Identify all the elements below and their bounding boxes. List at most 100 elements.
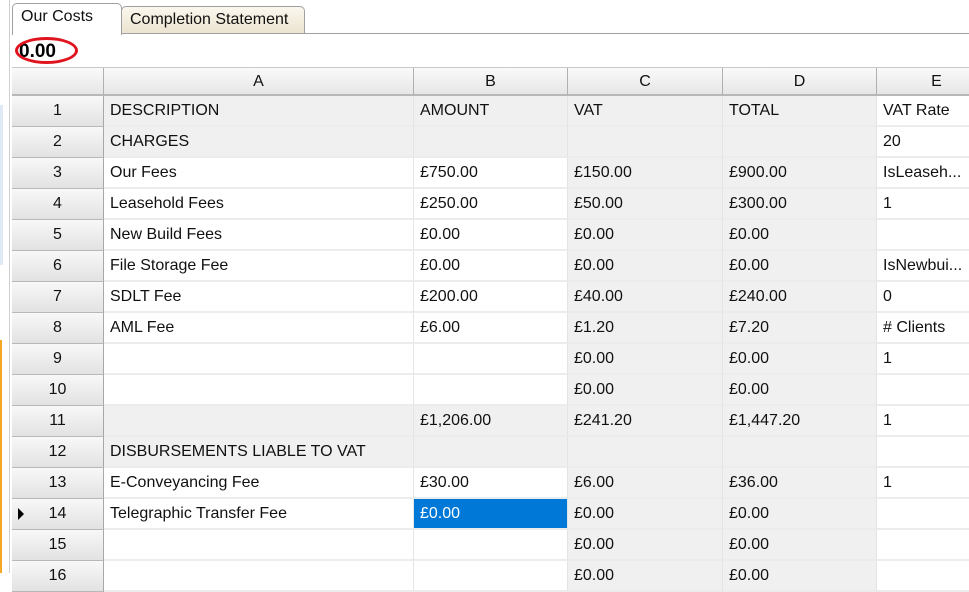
row-header[interactable]: 16: [12, 561, 104, 592]
row-header[interactable]: 10: [12, 375, 104, 406]
cell-c7[interactable]: £40.00: [568, 282, 723, 313]
cell-b16[interactable]: [414, 561, 568, 592]
cell-d12[interactable]: [723, 437, 877, 468]
cell-c2[interactable]: [568, 127, 723, 158]
row-header[interactable]: 2: [12, 127, 104, 158]
cell-e9[interactable]: 1: [877, 344, 969, 375]
cell-a8[interactable]: AML Fee: [104, 313, 414, 344]
cell-a1[interactable]: DESCRIPTION: [104, 96, 414, 127]
cell-a16[interactable]: [104, 561, 414, 592]
tab-completion-statement[interactable]: Completion Statement: [121, 6, 305, 33]
cell-e11[interactable]: 1: [877, 406, 969, 437]
cell-e6[interactable]: IsNewbui...: [877, 251, 969, 282]
cell-d7[interactable]: £240.00: [723, 282, 877, 313]
cell-c8[interactable]: £1.20: [568, 313, 723, 344]
cell-a2[interactable]: CHARGES: [104, 127, 414, 158]
cell-a10[interactable]: [104, 375, 414, 406]
cell-c3[interactable]: £150.00: [568, 158, 723, 189]
cell-d14[interactable]: £0.00: [723, 499, 877, 530]
cell-b11[interactable]: £1,206.00: [414, 406, 568, 437]
cell-a5[interactable]: New Build Fees: [104, 220, 414, 251]
cell-e16[interactable]: [877, 561, 969, 592]
column-header-a[interactable]: A: [104, 68, 414, 96]
cell-c10[interactable]: £0.00: [568, 375, 723, 406]
cell-d1[interactable]: TOTAL: [723, 96, 877, 127]
cell-b13[interactable]: £30.00: [414, 468, 568, 499]
cell-d3[interactable]: £900.00: [723, 158, 877, 189]
row-header[interactable]: 4: [12, 189, 104, 220]
cell-d13[interactable]: £36.00: [723, 468, 877, 499]
cell-d8[interactable]: £7.20: [723, 313, 877, 344]
cell-c1[interactable]: VAT: [568, 96, 723, 127]
cell-b5[interactable]: £0.00: [414, 220, 568, 251]
row-header[interactable]: 7: [12, 282, 104, 313]
cell-c9[interactable]: £0.00: [568, 344, 723, 375]
cell-b7[interactable]: £200.00: [414, 282, 568, 313]
row-header[interactable]: 11: [12, 406, 104, 437]
cell-c11[interactable]: £241.20: [568, 406, 723, 437]
cell-e5[interactable]: [877, 220, 969, 251]
cell-c15[interactable]: £0.00: [568, 530, 723, 561]
cell-d9[interactable]: £0.00: [723, 344, 877, 375]
cell-e7[interactable]: 0: [877, 282, 969, 313]
cell-d16[interactable]: £0.00: [723, 561, 877, 592]
row-header[interactable]: 8: [12, 313, 104, 344]
cell-b10[interactable]: [414, 375, 568, 406]
cell-a7[interactable]: SDLT Fee: [104, 282, 414, 313]
cell-b4[interactable]: £250.00: [414, 189, 568, 220]
cell-a9[interactable]: [104, 344, 414, 375]
row-header[interactable]: 14: [12, 499, 104, 530]
cell-a3[interactable]: Our Fees: [104, 158, 414, 189]
cell-e1[interactable]: VAT Rate: [877, 96, 969, 127]
cell-b6[interactable]: £0.00: [414, 251, 568, 282]
cell-b2[interactable]: [414, 127, 568, 158]
cell-c16[interactable]: £0.00: [568, 561, 723, 592]
cell-c14[interactable]: £0.00: [568, 499, 723, 530]
cell-e4[interactable]: 1: [877, 189, 969, 220]
cell-e2[interactable]: 20: [877, 127, 969, 158]
cell-b15[interactable]: [414, 530, 568, 561]
cell-e13[interactable]: 1: [877, 468, 969, 499]
row-header[interactable]: 9: [12, 344, 104, 375]
cell-e3[interactable]: IsLeaseh...: [877, 158, 969, 189]
cell-b14[interactable]: £0.00: [414, 499, 568, 530]
row-header[interactable]: 6: [12, 251, 104, 282]
cell-c12[interactable]: [568, 437, 723, 468]
cell-e15[interactable]: [877, 530, 969, 561]
cell-e14[interactable]: [877, 499, 969, 530]
cell-a14[interactable]: Telegraphic Transfer Fee: [104, 499, 414, 530]
cell-d15[interactable]: £0.00: [723, 530, 877, 561]
cell-d10[interactable]: £0.00: [723, 375, 877, 406]
cell-e12[interactable]: [877, 437, 969, 468]
column-header-d[interactable]: D: [723, 68, 877, 96]
column-header-e[interactable]: E: [877, 68, 969, 96]
cell-c4[interactable]: £50.00: [568, 189, 723, 220]
cell-d5[interactable]: £0.00: [723, 220, 877, 251]
cell-b3[interactable]: £750.00: [414, 158, 568, 189]
cell-a4[interactable]: Leasehold Fees: [104, 189, 414, 220]
cell-a13[interactable]: E-Conveyancing Fee: [104, 468, 414, 499]
row-header[interactable]: 12: [12, 437, 104, 468]
row-header[interactable]: 1: [12, 96, 104, 127]
row-header[interactable]: 13: [12, 468, 104, 499]
cell-a15[interactable]: [104, 530, 414, 561]
cell-a11[interactable]: [104, 406, 414, 437]
cell-c13[interactable]: £6.00: [568, 468, 723, 499]
cell-a6[interactable]: File Storage Fee: [104, 251, 414, 282]
cell-a12[interactable]: DISBURSEMENTS LIABLE TO VAT: [104, 437, 414, 468]
cell-b8[interactable]: £6.00: [414, 313, 568, 344]
cell-d11[interactable]: £1,447.20: [723, 406, 877, 437]
cell-c6[interactable]: £0.00: [568, 251, 723, 282]
column-header-b[interactable]: B: [414, 68, 568, 96]
column-header-c[interactable]: C: [568, 68, 723, 96]
cell-b9[interactable]: [414, 344, 568, 375]
cell-d6[interactable]: £0.00: [723, 251, 877, 282]
cell-b12[interactable]: [414, 437, 568, 468]
cell-e8[interactable]: # Clients: [877, 313, 969, 344]
cell-b1[interactable]: AMOUNT: [414, 96, 568, 127]
cell-e10[interactable]: [877, 375, 969, 406]
cell-d4[interactable]: £300.00: [723, 189, 877, 220]
corner-header[interactable]: [12, 68, 104, 96]
row-header[interactable]: 15: [12, 530, 104, 561]
cell-c5[interactable]: £0.00: [568, 220, 723, 251]
